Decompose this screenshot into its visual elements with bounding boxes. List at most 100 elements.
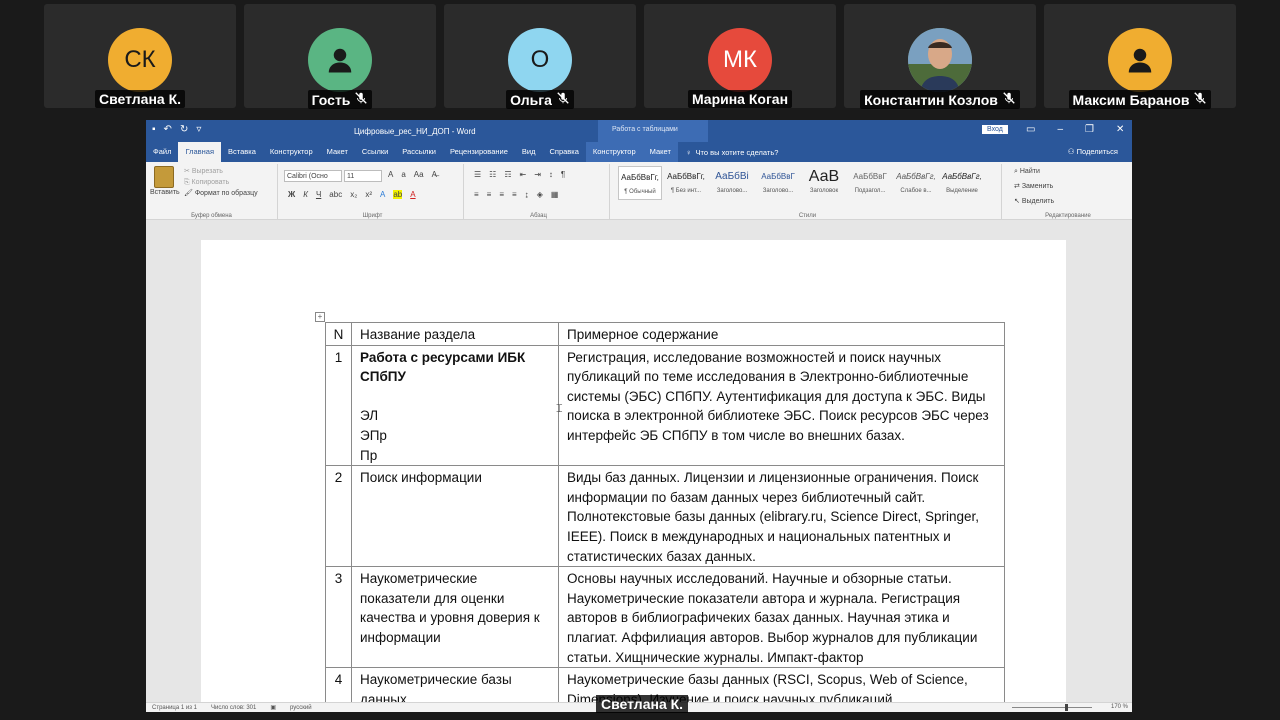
section-title-cell[interactable]: Работа с ресурсами ИБК СПбПУ ЭЛ ЭПр Пр xyxy=(351,344,559,467)
style-subtitle[interactable]: АаБбВвГ Подзагол... xyxy=(848,166,892,200)
font-size-select[interactable]: 11 xyxy=(344,170,382,182)
format-painter-button[interactable]: 🖌 Формат по образцу xyxy=(184,188,258,199)
align-right-icon[interactable]: ≡ xyxy=(499,190,504,199)
numbering-icon[interactable]: ☷ xyxy=(489,170,496,179)
style-heading-1[interactable]: АаБбВі Заголово... xyxy=(710,166,754,200)
style-emphasis[interactable]: АаБбВвГг, Выделение xyxy=(940,166,984,200)
section-content[interactable]: Виды баз данных. Лицензии и лицензионные… xyxy=(558,465,1005,568)
paste-button[interactable]: Вставить xyxy=(150,166,180,196)
tab-home[interactable]: Главная xyxy=(178,142,221,162)
increase-indent-icon[interactable]: ⇥ xyxy=(534,170,541,179)
justify-icon[interactable]: ≡ xyxy=(512,190,517,199)
table-move-handle[interactable]: + xyxy=(315,312,325,322)
ribbon-display-icon[interactable]: ▭ xyxy=(1026,124,1035,135)
font-name-select[interactable]: Calibri (Осно xyxy=(284,170,342,182)
shading-icon[interactable]: ◈ xyxy=(537,190,543,199)
participant-tile[interactable]: Максим Баранов xyxy=(1044,4,1236,109)
tab-table-design[interactable]: Конструктор xyxy=(585,142,643,162)
header-cell[interactable]: N xyxy=(325,322,352,346)
style-heading-2[interactable]: АаБбВвГ Заголово... xyxy=(756,166,800,200)
copy-button[interactable]: ⎘ Копировать xyxy=(184,177,258,188)
minimize-icon[interactable]: – xyxy=(1057,124,1063,135)
maximize-icon[interactable]: ❐ xyxy=(1085,124,1094,135)
document-page[interactable]: + N Название раздела Примерное содержани… xyxy=(201,240,1066,702)
tab-insert[interactable]: Вставка xyxy=(221,142,263,162)
bullets-icon[interactable]: ☰ xyxy=(474,170,481,179)
word-count[interactable]: Число слов: 301 xyxy=(211,705,256,711)
tab-layout[interactable]: Макет xyxy=(320,142,355,162)
clear-format-icon[interactable]: A̶ xyxy=(432,170,437,179)
ribbon-tabs: Файл Главная Вставка Конструктор Макет С… xyxy=(146,142,1132,162)
language[interactable]: русский xyxy=(290,705,312,711)
cut-button[interactable]: ✂ Вырезать xyxy=(184,166,258,177)
tab-references[interactable]: Ссылки xyxy=(355,142,395,162)
close-icon[interactable]: ✕ xyxy=(1116,124,1124,135)
zoom-slider-handle[interactable] xyxy=(1065,704,1068,711)
section-content[interactable]: Регистрация, исследование возможностей и… xyxy=(558,344,1005,467)
participant-tile[interactable]: О Ольга xyxy=(444,4,636,109)
redo-icon[interactable]: ↻ xyxy=(180,124,188,135)
login-button[interactable]: Вход xyxy=(982,125,1008,134)
multilevel-icon[interactable]: ☶ xyxy=(504,170,511,179)
find-button[interactable]: ⌕ Найти xyxy=(1014,164,1054,179)
tab-file[interactable]: Файл xyxy=(146,142,178,162)
zoom-slider[interactable] xyxy=(1012,707,1092,708)
style-no-spacing[interactable]: АаБбВвГг, ¶ Без инт... xyxy=(664,166,708,200)
share-button[interactable]: ⚇ Поделиться xyxy=(1068,142,1118,162)
borders-icon[interactable]: ▦ xyxy=(551,190,559,199)
section-title[interactable]: Наукометрические базы данных xyxy=(351,667,559,702)
font-color-icon[interactable]: A xyxy=(410,190,415,199)
subscript-icon[interactable]: x₂ xyxy=(350,190,357,199)
proofing-icon[interactable]: ▣ xyxy=(270,704,276,711)
row-number[interactable]: 3 xyxy=(325,566,352,669)
highlight-icon[interactable]: ab xyxy=(393,190,403,199)
syllabus-table[interactable]: N Название раздела Примерное содержание … xyxy=(325,322,1005,702)
bold-icon[interactable]: Ж xyxy=(288,190,295,199)
zoom-level[interactable]: 170 % xyxy=(1111,704,1128,710)
participant-tile[interactable]: МК Марина Коган xyxy=(644,4,836,108)
align-left-icon[interactable]: ≡ xyxy=(474,190,479,199)
tab-help[interactable]: Справка xyxy=(542,142,585,162)
section-title[interactable]: Поиск информации xyxy=(351,465,559,568)
text-effects-icon[interactable]: A xyxy=(380,190,385,199)
section-content[interactable]: Основы научных исследований. Научные и о… xyxy=(558,566,1005,669)
tab-design[interactable]: Конструктор xyxy=(263,142,320,162)
row-number[interactable]: 2 xyxy=(325,465,352,568)
tab-mailings[interactable]: Рассылки xyxy=(395,142,443,162)
style-normal[interactable]: АаБбВвГг, ¶ Обычный xyxy=(618,166,662,200)
participant-tile[interactable]: СК Светлана К. xyxy=(44,4,236,108)
underline-icon[interactable]: Ч xyxy=(316,190,321,199)
pilcrow-icon[interactable]: ¶ xyxy=(561,170,565,179)
shrink-font-icon[interactable]: a xyxy=(401,170,405,179)
tab-view[interactable]: Вид xyxy=(515,142,543,162)
change-case-icon[interactable]: Aa xyxy=(414,170,424,179)
undo-icon[interactable]: ↶ xyxy=(164,124,172,135)
save-icon[interactable]: ▪ xyxy=(152,124,156,135)
tell-me-box[interactable]: ♀ Что вы хотите сделать? xyxy=(686,148,779,157)
decrease-indent-icon[interactable]: ⇤ xyxy=(520,170,527,179)
italic-icon[interactable]: К xyxy=(303,190,308,199)
grow-font-icon[interactable]: A xyxy=(388,170,393,179)
strikethrough-icon[interactable]: abc xyxy=(329,190,342,199)
line-spacing-icon[interactable]: ↨ xyxy=(525,190,529,199)
sort-icon[interactable]: ↕ xyxy=(549,170,553,179)
header-cell[interactable]: Название раздела xyxy=(351,322,559,346)
tab-table-layout[interactable]: Макет xyxy=(642,142,678,162)
header-cell[interactable]: Примерное содержание xyxy=(558,322,1005,346)
participant-tile[interactable]: Константин Козлов xyxy=(844,4,1036,109)
superscript-icon[interactable]: x² xyxy=(365,190,372,199)
tab-review[interactable]: Рецензирование xyxy=(443,142,515,162)
participant-tile[interactable]: Гость xyxy=(244,4,436,109)
style-title[interactable]: АаВ Заголовок xyxy=(802,166,846,200)
page-count[interactable]: Страница 1 из 1 xyxy=(152,705,197,711)
style-subtle-emphasis[interactable]: АаБбВвГг, Слабое в... xyxy=(894,166,938,200)
document-area[interactable]: + N Название раздела Примерное содержани… xyxy=(146,220,1132,702)
format-painter-label: Формат по образцу xyxy=(194,190,258,197)
row-number[interactable]: 1 xyxy=(325,344,352,467)
customize-icon[interactable]: ▿ xyxy=(196,124,201,135)
align-center-icon[interactable]: ≡ xyxy=(487,190,492,199)
select-button[interactable]: ↖ Выделить xyxy=(1014,194,1054,209)
replace-button[interactable]: ⇄ Заменить xyxy=(1014,179,1054,194)
section-title[interactable]: Наукометрические показатели для оценки к… xyxy=(351,566,559,669)
row-number[interactable]: 4 xyxy=(325,667,352,702)
